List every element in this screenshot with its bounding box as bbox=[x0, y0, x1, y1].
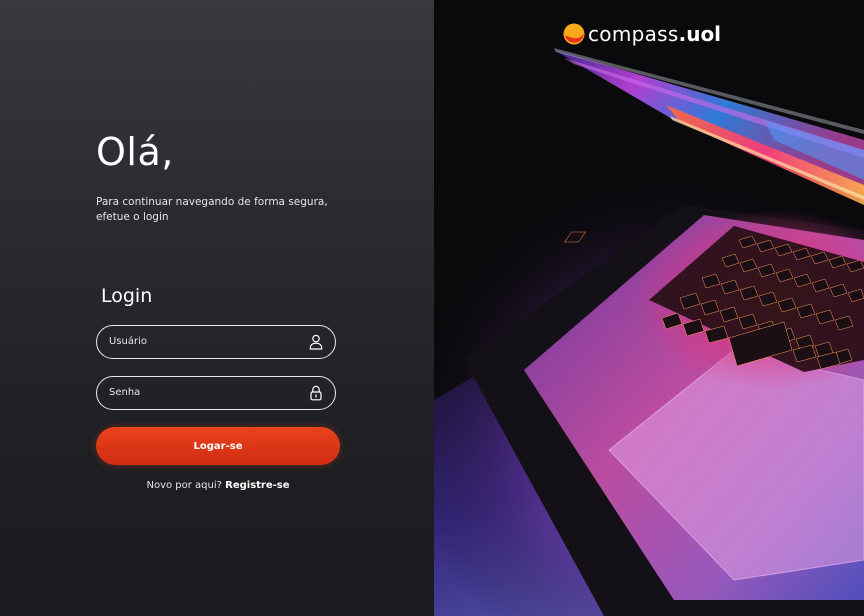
user-icon bbox=[309, 334, 323, 350]
hero-image-panel bbox=[434, 0, 864, 616]
username-field[interactable] bbox=[96, 325, 336, 359]
brand-name: compass bbox=[588, 22, 679, 46]
login-submit-button[interactable]: Logar-se bbox=[96, 427, 340, 465]
lock-icon bbox=[310, 385, 322, 401]
login-section-title: Login bbox=[101, 285, 153, 307]
register-prompt-text: Novo por aqui? bbox=[146, 480, 222, 491]
greeting-heading: Olá, bbox=[96, 130, 174, 174]
compass-logo-icon bbox=[563, 23, 585, 45]
password-field[interactable] bbox=[96, 376, 336, 410]
register-prompt: Novo por aqui? Registre-se bbox=[96, 480, 340, 491]
login-subtitle: Para continuar navegando de forma segura… bbox=[96, 196, 328, 223]
brand-suffix: .uol bbox=[678, 22, 722, 46]
laptop-hero-image bbox=[434, 0, 864, 616]
username-input[interactable] bbox=[109, 326, 299, 357]
register-link[interactable]: Registre-se bbox=[225, 480, 289, 491]
login-panel: Olá, Para continuar navegando de forma s… bbox=[0, 0, 434, 616]
brand-logo: compass .uol bbox=[562, 20, 721, 48]
login-page: Olá, Para continuar navegando de forma s… bbox=[0, 0, 864, 616]
password-input[interactable] bbox=[109, 377, 299, 408]
